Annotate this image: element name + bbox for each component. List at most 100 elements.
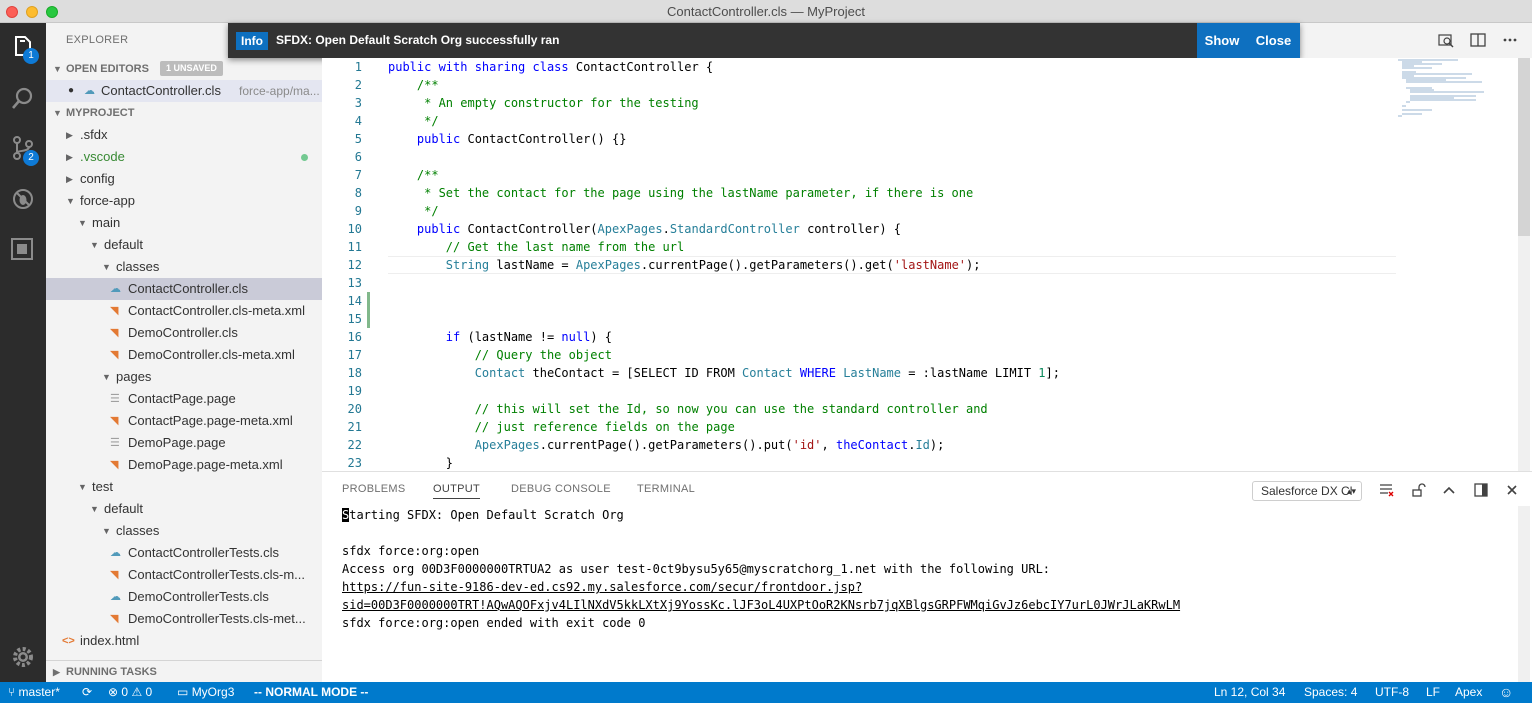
git-branch-icon: ⑂	[8, 685, 16, 699]
tab-output[interactable]: OUTPUT	[433, 483, 481, 499]
show-button[interactable]: Show	[1197, 23, 1247, 58]
tree-item[interactable]: ▼ test	[46, 476, 322, 498]
language-mode[interactable]: Apex	[1455, 685, 1482, 699]
tree-item[interactable]: ▼ force-app	[46, 190, 322, 212]
minimap[interactable]	[1396, 58, 1516, 158]
chevron-right-icon: ▶	[66, 174, 73, 184]
org-indicator[interactable]: ▭ MyOrg3	[177, 685, 234, 699]
xml-file-icon: ◥	[110, 613, 119, 625]
line-number: 6	[354, 150, 362, 164]
tree-item-label: force-app	[80, 193, 135, 208]
line-number: 7	[354, 168, 362, 182]
tree-item[interactable]: ◥ DemoController.cls-meta.xml	[46, 344, 322, 366]
output-channel-select[interactable]: Salesforce DX Cl ▴▾	[1252, 481, 1362, 501]
chevron-up-icon[interactable]	[1441, 482, 1457, 498]
tree-item[interactable]: ▶ config	[46, 168, 322, 190]
tree-item[interactable]: ◥ ContactController.cls-meta.xml	[46, 300, 322, 322]
line-number: 20	[347, 402, 362, 416]
tab-debug-console[interactable]: DEBUG CONSOLE	[511, 483, 611, 495]
lock-scroll-icon[interactable]	[1410, 482, 1426, 498]
line-number: 15	[347, 312, 362, 326]
extensions-icon[interactable]	[9, 235, 37, 263]
chevron-down-icon: ▼	[90, 504, 99, 514]
search-icon[interactable]	[9, 85, 37, 113]
tree-item[interactable]: ☰ ContactPage.page	[46, 388, 322, 410]
code-editor[interactable]: 1 2 3 4 5 6 7 8 9 10 11 12 13 14 15 16 17 18 19 20 21 22 23 pu…	[322, 58, 1532, 471]
tree-item[interactable]: <> index.html	[46, 630, 322, 652]
tree-item[interactable]: ▼ default	[46, 498, 322, 520]
tree-item-label: test	[92, 479, 113, 494]
clear-output-icon[interactable]	[1378, 482, 1394, 498]
tree-item[interactable]: ▶ .sfdx	[46, 124, 322, 146]
tree-item-label: main	[92, 215, 121, 230]
tree-item[interactable]: ◥ ContactControllerTests.cls-m...	[46, 564, 322, 586]
explorer-icon[interactable]: 1	[9, 33, 39, 64]
tree-item-label: ContactController.cls-meta.xml	[128, 303, 305, 318]
warning-count: 0	[145, 685, 153, 699]
branch-indicator[interactable]: ⑂ master*	[8, 685, 60, 699]
close-button[interactable]: Close	[1247, 23, 1300, 58]
editor-scrollbar[interactable]	[1518, 58, 1530, 471]
chevron-down-icon: ▼	[102, 526, 111, 536]
apex-file-icon: ☁	[110, 591, 121, 603]
tree-item[interactable]: ☁ ContactController.cls	[46, 278, 322, 300]
running-tasks-header[interactable]: ▶ RUNNING TASKS	[46, 660, 322, 682]
error-icon: ⊗	[108, 685, 119, 699]
apex-file-icon: ☁	[84, 85, 95, 97]
settings-gear-icon[interactable]	[9, 643, 37, 671]
notification-toast: Info SFDX: Open Default Scratch Org succ…	[228, 23, 1300, 58]
tree-item[interactable]: ◥ DemoController.cls	[46, 322, 322, 344]
open-editors-header[interactable]: ▼ OPEN EDITORS 1 UNSAVED	[46, 58, 322, 80]
tree-item-label: .vscode	[80, 149, 125, 164]
xml-file-icon: ◥	[110, 415, 119, 427]
tree-item-label: DemoPage.page-meta.xml	[128, 457, 283, 472]
more-actions-icon[interactable]	[1502, 32, 1518, 48]
tab-terminal[interactable]: TERMINAL	[637, 483, 695, 495]
tree-item[interactable]: ▶ .vscode	[46, 146, 322, 168]
chevron-down-icon: ▼	[102, 262, 111, 272]
code-line: if (lastName != null) {	[445, 330, 612, 344]
open-editor-item[interactable]: ● ☁ ContactController.cls force-app/ma..…	[46, 80, 322, 102]
output-link[interactable]: sid=00D3F0000000TRT!AQwAQOFxjv4LIlNXdV5k…	[342, 596, 1180, 614]
panel-scrollbar[interactable]	[1518, 506, 1530, 683]
feedback-smiley-icon[interactable]: ☺	[1499, 684, 1513, 700]
tree-item[interactable]: ▼ main	[46, 212, 322, 234]
sync-icon[interactable]: ⟳	[82, 685, 92, 699]
tree-item-label: ContactControllerTests.cls-m...	[128, 567, 305, 582]
tree-item[interactable]: ◥ ContactPage.page-meta.xml	[46, 410, 322, 432]
tree-item[interactable]: ☰ DemoPage.page	[46, 432, 322, 454]
source-control-icon[interactable]: 2	[9, 134, 39, 166]
encoding[interactable]: UTF-8	[1375, 685, 1409, 699]
tree-item[interactable]: ▼ classes	[46, 520, 322, 542]
open-preview-icon[interactable]	[1438, 32, 1454, 48]
tab-problems[interactable]: PROBLEMS	[342, 483, 406, 495]
tree-item-label: DemoPage.page	[128, 435, 226, 450]
line-number: 4	[354, 114, 362, 128]
code-line: // this will set the Id, so now you can …	[474, 402, 988, 416]
indentation[interactable]: Spaces: 4	[1304, 685, 1357, 699]
tree-item[interactable]: ◥ DemoPage.page-meta.xml	[46, 454, 322, 476]
tree-item[interactable]: ▼ classes	[46, 256, 322, 278]
tree-item[interactable]: ▼ default	[46, 234, 322, 256]
close-panel-icon[interactable]	[1504, 482, 1520, 498]
cursor-position[interactable]: Ln 12, Col 34	[1214, 685, 1285, 699]
tree-item[interactable]: ▼ pages	[46, 366, 322, 388]
line-ending[interactable]: LF	[1426, 685, 1440, 699]
line-number: 2	[354, 78, 362, 92]
debug-icon[interactable]	[9, 185, 37, 213]
xml-file-icon: ◥	[110, 305, 119, 317]
tree-item[interactable]: ☁ DemoControllerTests.cls	[46, 586, 322, 608]
tree-item[interactable]: ◥ DemoControllerTests.cls-met...	[46, 608, 322, 630]
bottom-panel: PROBLEMS OUTPUT DEBUG CONSOLE TERMINAL S…	[322, 471, 1532, 683]
tree-item[interactable]: ☁ ContactControllerTests.cls	[46, 542, 322, 564]
toggle-panel-icon[interactable]	[1473, 482, 1489, 498]
editor-scrollbar-thumb[interactable]	[1518, 58, 1530, 236]
xml-file-icon: ◥	[110, 459, 119, 471]
split-editor-icon[interactable]	[1470, 32, 1486, 48]
status-bar: ⑂ master* ⟳ ⊗ 0 ⚠ 0 ▭ MyOrg3 -- NORMAL M…	[0, 682, 1532, 703]
project-label: MYPROJECT	[66, 107, 135, 119]
project-header[interactable]: ▼ MYPROJECT	[46, 102, 322, 124]
problems-indicator[interactable]: ⊗ 0 ⚠ 0	[108, 685, 152, 699]
output-link[interactable]: https://fun-site-9186-dev-ed.cs92.my.sal…	[342, 578, 862, 596]
apex-file-icon: ☁	[110, 283, 121, 295]
